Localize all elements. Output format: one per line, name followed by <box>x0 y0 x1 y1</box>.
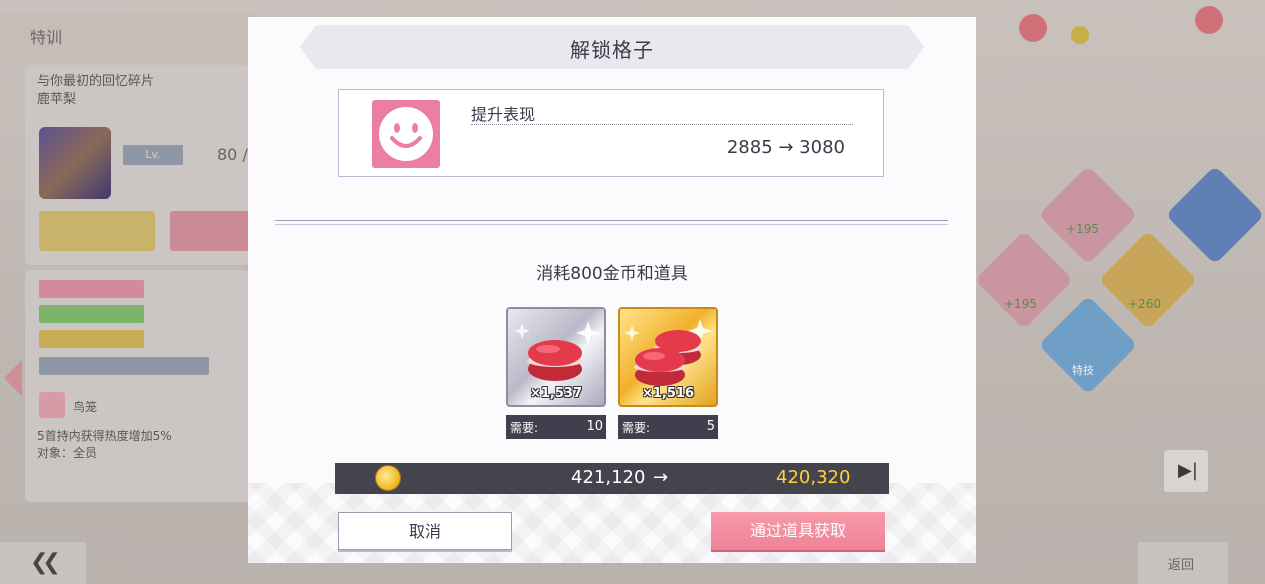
requirement-value: 10 <box>586 419 603 434</box>
background-return-button: 返回 <box>1138 542 1228 584</box>
dialog-title-bar: 解锁格子 <box>300 25 924 69</box>
stat-bar-skill <box>39 357 209 375</box>
effect-box: 提升表现 2885 → 3080 <box>338 89 884 177</box>
skip-icon: ▶| <box>1178 460 1198 481</box>
dialog-title: 解锁格子 <box>570 38 654 62</box>
coin-current: 421,120 <box>571 467 646 488</box>
training-node-special <box>1038 295 1138 395</box>
background-pink-button <box>170 211 250 251</box>
coin-small-icon <box>1071 26 1089 44</box>
prev-arrow-icon <box>4 360 22 396</box>
skill-target: 对象：全员 <box>37 446 98 460</box>
background-stats-panel: 鸟笼 5首持内获得热度增加5% 对象：全员 <box>25 270 250 502</box>
unlock-slot-dialog: 解锁格子 提升表现 2885 → 3080 消耗800金币和道具 ×1,537 <box>248 17 976 563</box>
item-requirement: 需要: 5 <box>618 415 718 439</box>
background-title: 特训 <box>30 28 63 47</box>
skip-button: ▶| <box>1164 450 1208 492</box>
training-node-smile <box>1038 165 1138 265</box>
training-node-voice <box>1165 165 1265 265</box>
card-subname: 鹿苹梨 <box>37 92 77 107</box>
requirement-value: 5 <box>706 419 715 434</box>
card-portrait <box>39 127 111 199</box>
effect-label: 提升表现 <box>471 105 536 124</box>
stat-bar-technique <box>39 330 144 348</box>
item-count: ×1,537 <box>529 386 582 401</box>
add-icon <box>1195 6 1223 34</box>
double-chevron-left-icon: ❮❮ <box>30 550 61 575</box>
node-value: +260 <box>1128 297 1161 311</box>
back-button: ❮❮ <box>0 542 86 584</box>
consume-text: 消耗800金币和道具 <box>536 264 688 284</box>
training-node-tech <box>1098 230 1198 330</box>
item-gold-macaron[interactable]: ×1,516 <box>618 307 718 407</box>
effect-divider <box>471 124 853 125</box>
stat-bar-performance <box>39 280 144 298</box>
background-header: 特训 <box>0 14 260 54</box>
background-card-panel: 与你最初的回忆碎片 鹿苹梨 Lv. 80 / <box>25 65 250 265</box>
add-icon <box>1019 14 1047 42</box>
skill-desc: 5首持内获得热度增加5% <box>37 429 172 443</box>
node-value: +195 <box>1004 297 1037 311</box>
requirement-label: 需要: <box>622 421 651 435</box>
coin-after: 420,320 <box>776 467 851 488</box>
requirement-label: 需要: <box>510 421 539 435</box>
section-divider <box>275 220 948 225</box>
stat-bar-stamina <box>39 305 144 323</box>
node-value: +195 <box>1066 222 1099 236</box>
cancel-button[interactable]: 取消 <box>338 512 512 550</box>
background-yellow-button <box>39 211 155 251</box>
training-node-smile <box>974 230 1074 330</box>
item-silver-macaron[interactable]: ×1,537 <box>506 307 606 407</box>
item-count: ×1,516 <box>641 386 694 401</box>
item-requirement: 需要: 10 <box>506 415 606 439</box>
coin-icon <box>375 465 401 491</box>
node-label: 特技 <box>1072 364 1094 377</box>
coin-balance-bar: 421,120 → 420,320 <box>335 463 889 494</box>
arrow-right-icon: → <box>653 467 669 488</box>
effect-value: 2885 → 3080 <box>726 137 845 158</box>
skill-icon <box>39 392 65 418</box>
acquire-via-items-button[interactable]: 通过道具获取 <box>711 512 885 550</box>
level-label: Lv. <box>123 145 183 165</box>
background-currency-area <box>975 0 1265 60</box>
level-value: 80 / <box>217 145 248 164</box>
card-name: 与你最初的回忆碎片 <box>37 74 155 89</box>
smile-icon <box>372 100 440 168</box>
skill-name: 鸟笼 <box>73 400 98 414</box>
